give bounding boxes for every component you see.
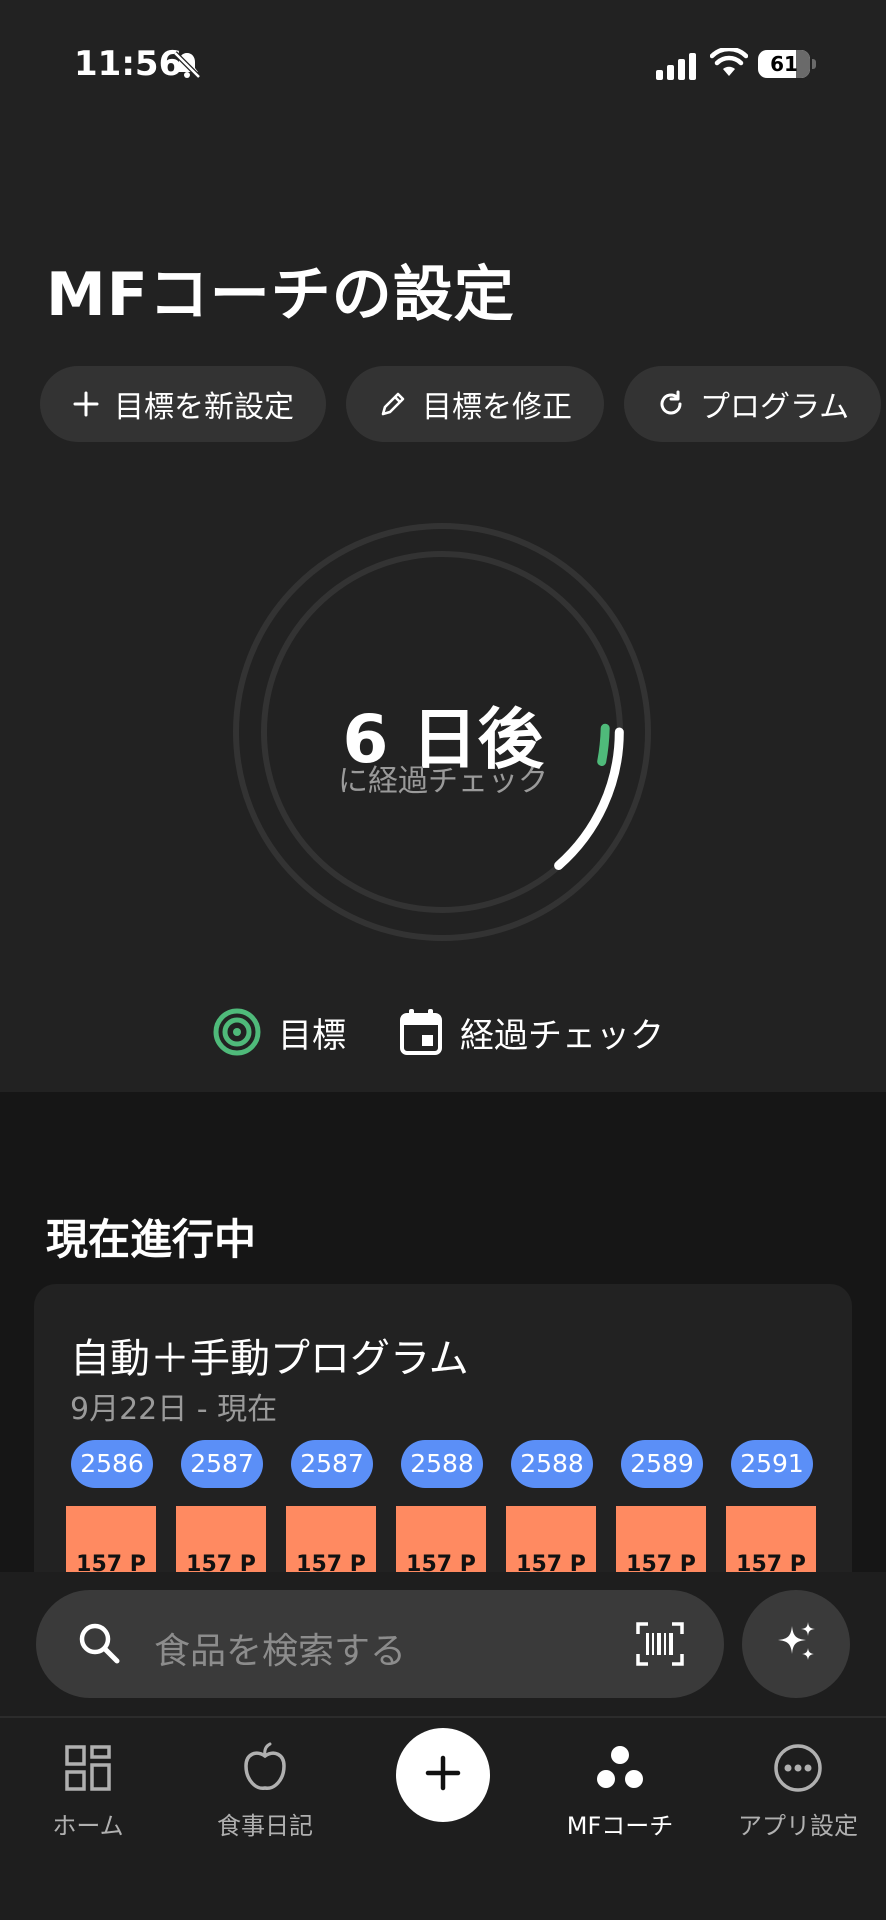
search-icon	[76, 1620, 122, 1670]
wifi-icon	[709, 46, 749, 82]
battery-indicator: 61	[758, 50, 816, 78]
pencil-icon	[378, 389, 408, 419]
grid-icon	[13, 1740, 163, 1796]
calorie-pill: 2586	[71, 1440, 153, 1488]
dots-cluster-icon	[545, 1740, 695, 1796]
plus-icon	[72, 390, 100, 418]
tab-food-diary[interactable]: 食事日記	[190, 1740, 340, 1841]
add-entry-button[interactable]	[396, 1728, 490, 1822]
silent-bell-icon	[172, 50, 202, 84]
new-goal-button[interactable]: 目標を新設定	[40, 366, 326, 442]
calendar-icon	[398, 1007, 444, 1057]
barcode-scan-icon[interactable]	[636, 1622, 684, 1670]
battery-level: 61	[770, 52, 798, 76]
sparkle-icon	[772, 1618, 820, 1670]
edit-goal-label: 目標を修正	[422, 390, 572, 425]
tab-food-diary-label: 食事日記	[217, 1812, 313, 1840]
section-title-current: 現在進行中	[46, 1215, 257, 1264]
food-search-bar[interactable]: 食品を検索する	[36, 1590, 724, 1698]
plus-icon	[423, 1753, 463, 1797]
legend-goal-label: 目標	[278, 1015, 346, 1056]
tab-mf-coach[interactable]: MFコーチ	[545, 1740, 695, 1841]
checkin-caption: に経過チェック	[338, 764, 548, 799]
tab-home-label: ホーム	[52, 1812, 124, 1840]
legend-checkin-label: 経過チェック	[460, 1015, 664, 1056]
page-title: MFコーチの設定	[46, 260, 515, 330]
calorie-pill: 2588	[401, 1440, 483, 1488]
tab-app-settings[interactable]: アプリ設定	[723, 1740, 873, 1841]
tab-mf-coach-label: MFコーチ	[566, 1812, 674, 1840]
search-placeholder: 食品を検索する	[154, 1631, 407, 1672]
program-label: プログラム	[700, 390, 850, 425]
tabbar-divider	[0, 1716, 886, 1718]
status-bar: 11:56 61	[0, 0, 886, 130]
new-goal-label: 目標を新設定	[114, 390, 294, 425]
edit-goal-button[interactable]: 目標を修正	[346, 366, 604, 442]
calorie-pill: 2588	[511, 1440, 593, 1488]
refresh-icon	[656, 389, 686, 419]
program-date-range: 9月22日 - 現在	[70, 1392, 278, 1427]
calorie-pill: 2587	[291, 1440, 373, 1488]
more-icon	[723, 1740, 873, 1796]
legend-goal: 目標	[212, 1004, 346, 1060]
tab-home[interactable]: ホーム	[13, 1740, 163, 1841]
calorie-pill: 2591	[731, 1440, 813, 1488]
legend-checkin: 経過チェック	[398, 1004, 664, 1060]
apple-icon	[190, 1740, 340, 1796]
action-chips: 目標を新設定 目標を修正 プログラム	[40, 366, 886, 444]
calorie-pill: 2587	[181, 1440, 263, 1488]
tab-app-settings-label: アプリ設定	[738, 1812, 858, 1840]
program-title: 自動＋手動プログラム	[70, 1336, 469, 1382]
calorie-pill: 2589	[621, 1440, 703, 1488]
program-button[interactable]: プログラム	[624, 366, 882, 442]
ai-assistant-button[interactable]	[742, 1590, 850, 1698]
status-time: 11:56	[74, 44, 183, 84]
target-icon	[212, 1007, 262, 1057]
cellular-signal-icon	[656, 52, 700, 84]
